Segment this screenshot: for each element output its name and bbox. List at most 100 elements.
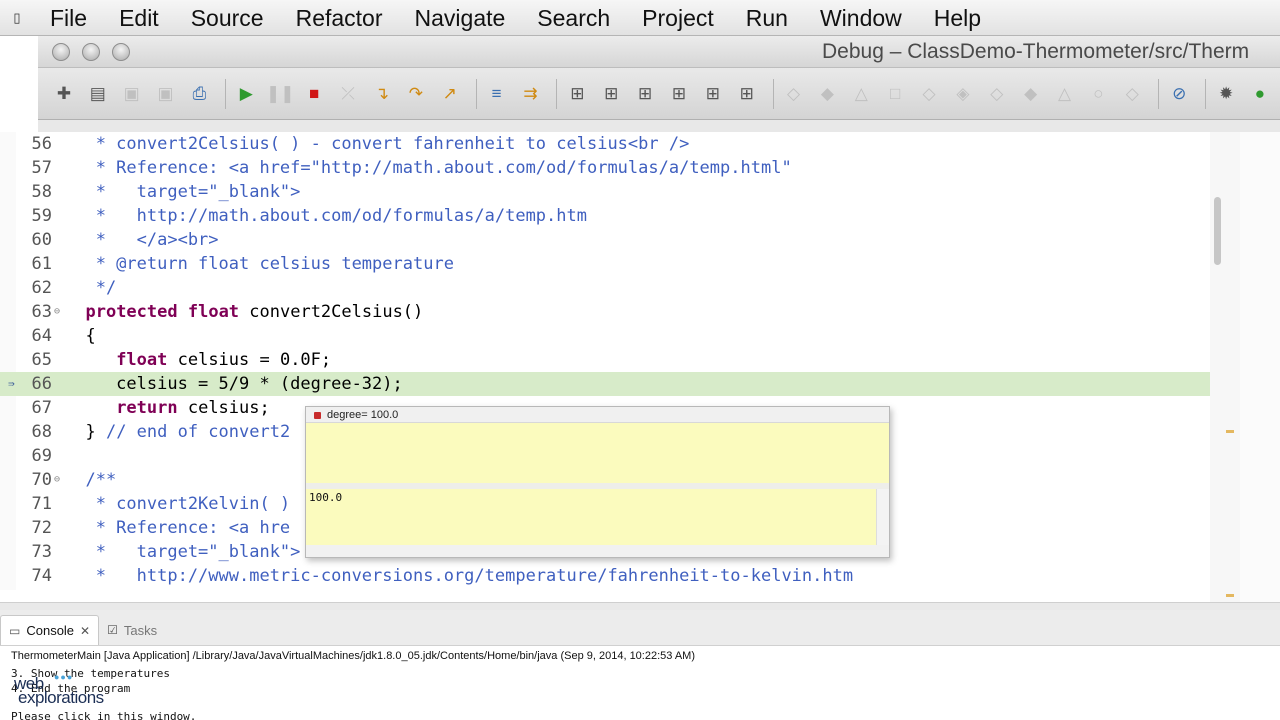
tab-console[interactable]: ▭ Console ✕ [0,615,100,645]
overview-ruler[interactable] [1240,132,1280,602]
code-line[interactable]: 63 ⊖ protected float convert2Celsius() [0,300,1210,324]
line-number: 64 [31,326,52,346]
code-line[interactable]: 56 * convert2Celsius( ) - convert fahren… [0,132,1210,156]
toolbar-separator [225,78,227,109]
code-token: */ [65,278,117,298]
line-number: 65 [31,350,52,370]
new-icon[interactable]: ✚ [50,80,78,108]
code-token: * http://www.metric-conversions.org/temp… [65,566,854,586]
line-number: 70 [31,470,52,490]
skip-breakpoints-icon[interactable]: ⊘ [1165,80,1193,108]
layout-icon[interactable]: ⊞ [733,80,761,108]
variable-hover-popup[interactable]: degree= 100.0 100.0 [305,406,890,558]
circle-icon[interactable]: ○ [1085,80,1113,108]
popup-detail-area[interactable]: 100.0 [306,489,876,545]
popup-detail-value: 100.0 [309,491,343,504]
layout-icon[interactable]: ⊞ [665,80,693,108]
new-package-icon[interactable]: ▤ [84,80,112,108]
layout-icon[interactable]: ⊞ [597,80,625,108]
zoom-window-button[interactable] [112,42,130,61]
menu-edit[interactable]: Edit [103,0,175,36]
code-line[interactable]: 65 float celsius = 0.0F; [0,348,1210,372]
code-token: protected [85,302,178,322]
layout-icon[interactable]: ⊞ [563,80,591,108]
code-line[interactable]: 61 * @return float celsius temperature [0,252,1210,276]
current-line[interactable]: ⇛ 66 celsius = 5/9 * (degree-32); [0,372,1210,396]
line-number: 69 [31,446,52,466]
menu-help[interactable]: Help [918,0,997,36]
code-text: celsius = 5/9 * (degree-32); [65,372,403,396]
overview-marker[interactable] [1226,430,1234,433]
instruction-pointer-icon: ⇛ [8,377,15,390]
menu-source[interactable]: Source [175,0,280,36]
menu-refactor[interactable]: Refactor [280,0,399,36]
tab-tasks[interactable]: ☑ Tasks [99,615,165,645]
triangle-icon[interactable]: △ [847,80,875,108]
menu-navigate[interactable]: Navigate [399,0,522,36]
menu-window[interactable]: Window [804,0,918,36]
step-over-icon[interactable]: ↷ [402,80,430,108]
diamond-icon[interactable]: ◇ [780,80,808,108]
terminate-icon[interactable]: ■ [300,80,328,108]
menu-search[interactable]: Search [521,0,626,36]
suspend-icon[interactable]: ❚❚ [266,80,295,108]
menu-project[interactable]: Project [626,0,730,36]
editor-vertical-scrollbar[interactable] [1210,132,1240,602]
code-line[interactable]: 64 { [0,324,1210,348]
diamond-icon[interactable]: ◇ [915,80,943,108]
code-text: /** [65,468,116,492]
resume-icon[interactable]: ▶ [232,80,260,108]
save-all-icon[interactable]: ▣ [152,80,180,108]
code-token: // end of convert2 [105,422,291,442]
menu-run[interactable]: Run [730,0,804,36]
fold-toggle-icon[interactable]: ⊖ [54,300,60,324]
scrollbar-thumb[interactable] [1214,197,1221,265]
view-divider[interactable] [0,602,1280,610]
diamond-icon[interactable]: ◆ [814,80,842,108]
layout-icon[interactable]: ⊞ [631,80,659,108]
debug-icon[interactable]: ✹ [1212,80,1240,108]
console-output[interactable]: 3. Show the temperatures 4. End the prog… [0,666,1280,720]
menu-file[interactable]: File [34,0,103,36]
step-into-icon[interactable]: ↴ [368,80,396,108]
run-icon[interactable]: ● [1246,80,1274,108]
use-step-filters-icon[interactable]: ⇉ [517,80,545,108]
drop-to-frame-icon[interactable]: ≡ [483,80,511,108]
code-line[interactable]: 62 */ [0,276,1210,300]
code-line[interactable]: 58 * target="_blank"> [0,180,1210,204]
disconnect-icon[interactable]: ⤫ [334,80,362,108]
close-window-button[interactable] [52,42,70,61]
diamond-icon[interactable]: ◇ [1118,80,1146,108]
diamond-icon[interactable]: ◇ [983,80,1011,108]
square-icon[interactable]: □ [881,80,909,108]
code-line[interactable]: 74 * http://www.metric-conversions.org/t… [0,564,1210,588]
line-number: 74 [31,566,52,586]
minimize-window-button[interactable] [82,42,100,61]
code-line[interactable]: 60 * </a><br> [0,228,1210,252]
layout-icon[interactable]: ⊞ [699,80,727,108]
tag-icon[interactable]: ◈ [949,80,977,108]
code-token: * Reference: <a href="http://math.about.… [65,158,792,178]
step-return-icon[interactable]: ↗ [436,80,464,108]
console-line: Please click in this window. [11,710,197,720]
toolbar-separator [475,78,477,109]
window-controls [52,42,130,61]
code-line[interactable]: 59 * http://math.about.com/od/formulas/a… [0,204,1210,228]
overview-marker[interactable] [1226,594,1234,597]
close-icon[interactable]: ✕ [80,624,90,638]
code-line[interactable]: 57 * Reference: <a href="http://math.abo… [0,156,1210,180]
save-icon[interactable]: ▣ [118,80,146,108]
code-token: * convert2Celsius( ) - convert fahrenhei… [65,134,690,154]
popup-tree-area[interactable] [306,423,889,483]
code-token: * @return float celsius temperature [65,254,454,274]
print-icon[interactable]: ⎙ [186,80,214,108]
code-token: /** [65,470,117,490]
diamond-icon[interactable]: ◆ [1017,80,1045,108]
triangle-icon[interactable]: △ [1051,80,1079,108]
console-tab-bar: ▭ Console ✕ ☑ Tasks [0,610,1280,646]
fold-toggle-icon[interactable]: ⊖ [54,468,60,492]
popup-detail-scrollbar[interactable] [876,489,889,545]
